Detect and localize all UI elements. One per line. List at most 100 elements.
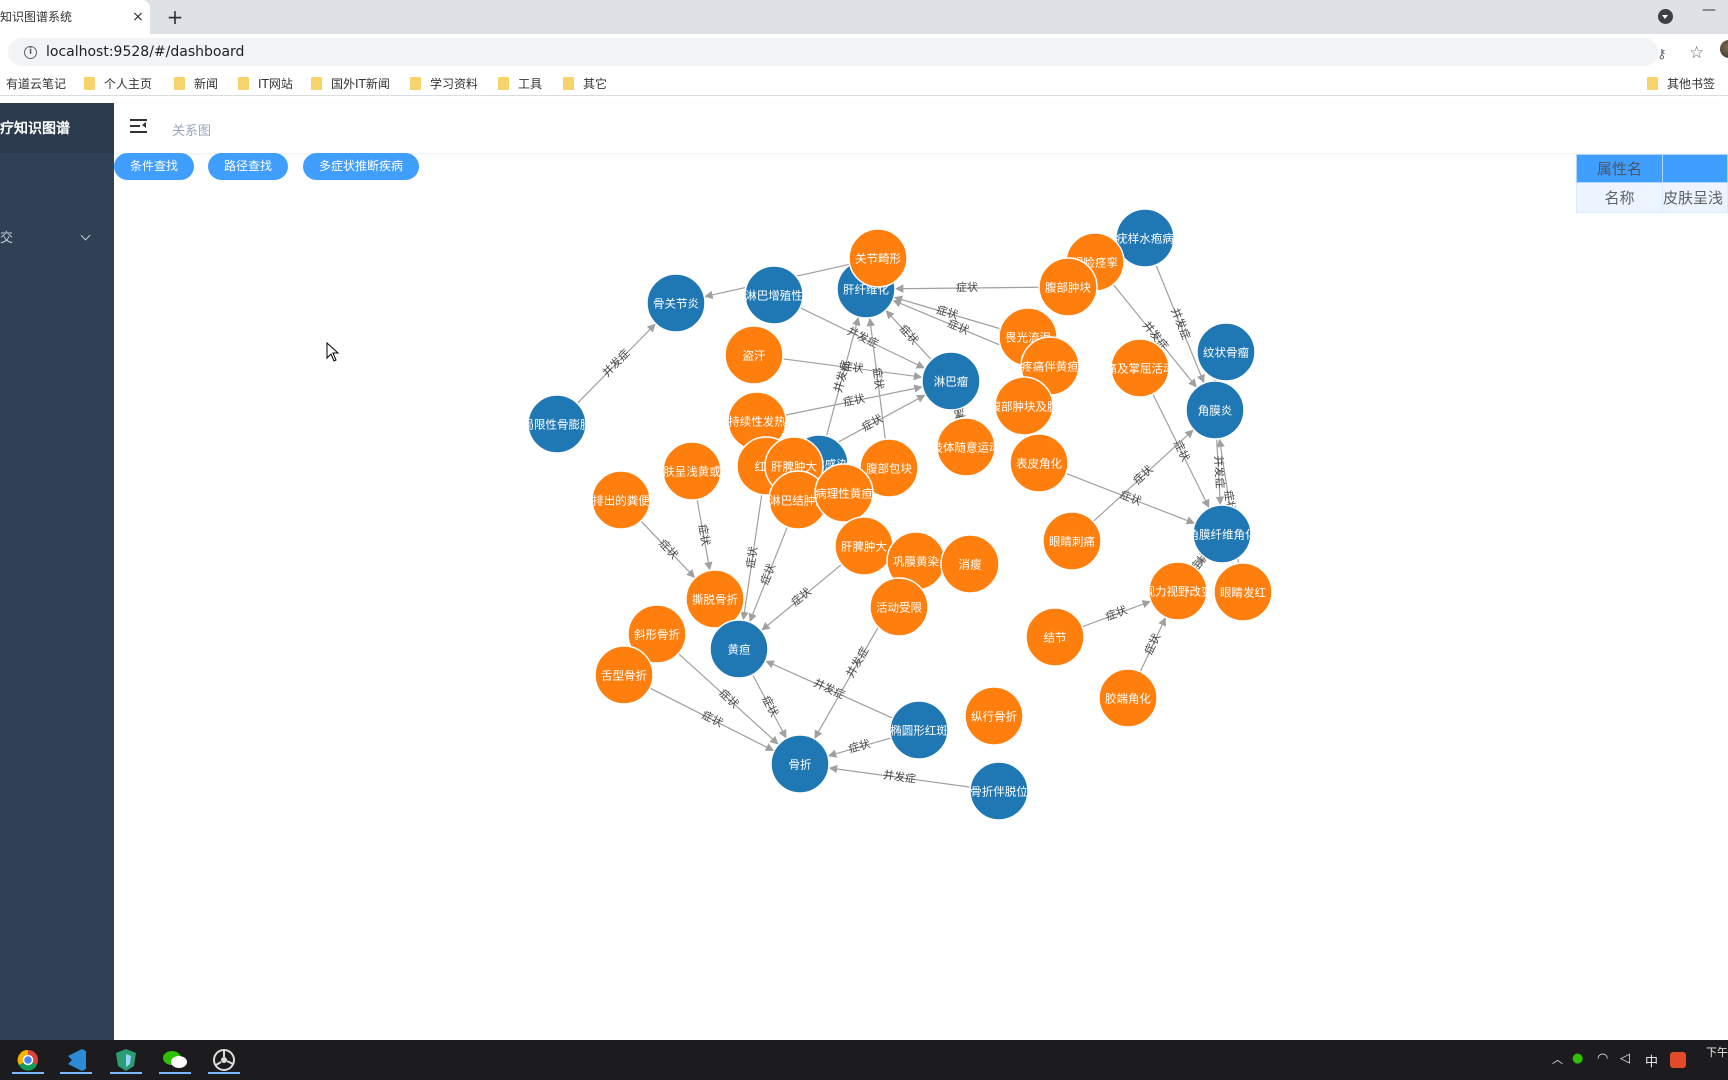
table-row: 名称 皮肤呈浅 — [1576, 182, 1728, 213]
breadcrumb[interactable]: 关系图 — [172, 120, 211, 139]
sogou-icon[interactable] — [1670, 1052, 1686, 1068]
edge-label: 症状 — [859, 411, 885, 434]
edge-label: 症状 — [1141, 631, 1163, 657]
tab-close-icon[interactable]: × — [128, 7, 148, 27]
node-label: 消瘦 — [959, 558, 982, 572]
bookmark-item[interactable]: 工具 — [498, 75, 542, 92]
graph-node-symptom[interactable]: 肝脾肿大 — [834, 516, 894, 576]
graph-node-symptom[interactable]: 盗汗 — [724, 325, 784, 385]
graph-node-disease[interactable]: 黄疸 — [709, 619, 769, 679]
bookmark-label: 新闻 — [194, 77, 219, 91]
clock[interactable]: 下午 — [1706, 1044, 1728, 1060]
node-label: 肢体随意运动 — [932, 441, 1001, 455]
graph-node-symptom[interactable]: 病理性黄疸 — [814, 463, 874, 523]
app-circle-icon[interactable] — [206, 1046, 242, 1074]
tab-search-icon[interactable] — [1658, 9, 1673, 24]
graph-node-symptom[interactable]: 表皮角化 — [1009, 433, 1069, 493]
relation-graph[interactable]: 并发症症状症状并发症症状症状并发症症状症状症状症状症状症状并发症并发症并发症症状… — [114, 153, 1576, 1040]
node-label: 腹部肿块及腹 — [990, 400, 1059, 414]
node-label: 角膜纤维角化 — [1188, 528, 1257, 542]
profile-avatar[interactable] — [1720, 40, 1728, 58]
graph-node-symptom[interactable]: 关节畸形 — [848, 228, 908, 288]
graph-node-symptom[interactable]: 皮肤呈浅黄或深 — [652, 441, 733, 501]
graph-node-symptom[interactable]: 活动受限 — [869, 577, 929, 637]
volume-icon[interactable]: ◁ — [1620, 1051, 1630, 1066]
graph-node-disease[interactable]: 骨折 — [770, 734, 830, 794]
node-label: 骨折伴脱位 — [970, 785, 1028, 799]
folder-icon — [238, 77, 249, 90]
address-bar: i localhost:9528/#/dashboard ⚷ ☆ — [0, 34, 1728, 70]
graph-node-disease[interactable]: 淋巴瘤 — [921, 351, 981, 411]
graph-node-symptom[interactable]: 肢体随意运动 — [932, 417, 1001, 477]
property-name-header: 属性名 — [1576, 154, 1663, 183]
minimize-button[interactable]: — — [1702, 2, 1716, 18]
sidebar-menu-item[interactable]: 交 — [0, 227, 114, 247]
edge-label: 并发症 — [843, 644, 872, 680]
url-text[interactable]: localhost:9528/#/dashboard — [46, 44, 244, 60]
bookmark-label: 有道云笔记 — [6, 77, 67, 91]
bookmark-item[interactable]: 学习资料 — [410, 75, 478, 92]
graph-node-symptom[interactable]: 消瘦 — [940, 534, 1000, 594]
bookmark-label: 国外IT新闻 — [331, 77, 390, 91]
bookmark-item[interactable]: 个人主页 — [84, 75, 152, 92]
graph-node-disease[interactable]: 椭圆形红斑 — [889, 700, 949, 760]
vscode-icon[interactable] — [58, 1046, 94, 1074]
other-bookmarks[interactable]: 其他书签 — [1647, 75, 1715, 92]
graph-node-symptom[interactable]: 胶端角化 — [1098, 668, 1158, 728]
chrome-icon[interactable] — [10, 1046, 46, 1074]
graph-node-symptom[interactable]: 撕脱骨折 — [685, 569, 745, 629]
app-shield-icon[interactable] — [108, 1046, 144, 1074]
bookmark-item[interactable]: 其它 — [563, 75, 607, 92]
graph-node-symptom[interactable]: 眼睛刺痛 — [1042, 511, 1102, 571]
ime-indicator[interactable]: 中 — [1645, 1051, 1658, 1070]
graph-node-disease[interactable]: 角膜炎 — [1185, 380, 1245, 440]
omnibox[interactable]: i localhost:9528/#/dashboard ⚷ ☆ — [8, 38, 1704, 66]
node-label: 局限性骨膨胀 — [523, 418, 592, 432]
graph-node-disease[interactable]: 骨关节炎 — [646, 273, 706, 333]
bookmark-star-icon[interactable]: ☆ — [1689, 43, 1704, 63]
folder-icon — [563, 77, 574, 90]
site-info-icon[interactable]: i — [24, 46, 37, 59]
folder-icon — [311, 77, 322, 90]
node-label: 排出的粪便 — [592, 494, 650, 508]
wechat-icon[interactable] — [157, 1046, 193, 1074]
graph-node-disease[interactable]: 疣样水疱病 — [1115, 208, 1175, 268]
graph-node-disease[interactable]: 局限性骨膨胀 — [523, 394, 592, 454]
new-tab-button[interactable]: + — [163, 5, 187, 29]
graph-node-symptom[interactable]: 视力视野改变 — [1144, 561, 1213, 621]
browser-tab[interactable]: 知识图谱系统 × — [0, 0, 150, 34]
tray-chevron-icon[interactable]: ︿ — [1552, 1051, 1563, 1067]
graph-node-disease[interactable]: 纹状骨瘤 — [1196, 322, 1256, 382]
property-value-cell: 皮肤呈浅 — [1662, 182, 1728, 213]
graph-node-symptom[interactable]: 结节 — [1025, 607, 1085, 667]
edge-label: 症状 — [1118, 487, 1144, 508]
edge-label: 症状 — [842, 391, 866, 409]
graph-node-symptom[interactable]: 舌型骨折 — [594, 645, 654, 705]
node-label: 皮肤呈浅黄或深 — [652, 465, 733, 479]
node-label: 巩膜黄染 — [893, 555, 939, 569]
graph-node-symptom[interactable]: 排出的粪便 — [591, 470, 651, 530]
app-sidebar: 诊疗知识图谱 交 — [0, 103, 114, 1040]
password-key-icon[interactable]: ⚷ — [1657, 47, 1667, 62]
tray-wechat-icon[interactable]: ● — [1572, 1051, 1583, 1066]
bookmark-item[interactable]: 有道云笔记 — [6, 75, 66, 92]
hamburger-icon[interactable] — [130, 119, 147, 133]
graph-node-symptom[interactable]: 纵行骨折 — [964, 686, 1024, 746]
node-label: 胶端角化 — [1105, 692, 1151, 706]
bookmark-label: 其它 — [583, 77, 608, 91]
bookmark-label: 个人主页 — [104, 77, 153, 91]
bookmark-item[interactable]: IT网站 — [238, 75, 293, 92]
folder-icon — [410, 77, 421, 90]
graph-node-symptom[interactable]: 腹部肿块 — [1038, 257, 1098, 317]
browser-tab-strip: 知识图谱系统 × + — — [0, 0, 1728, 34]
property-name-cell: 名称 — [1576, 182, 1663, 213]
bookmark-item[interactable]: 国外IT新闻 — [311, 75, 390, 92]
wifi-icon[interactable]: ◠ — [1597, 1051, 1608, 1066]
graph-node-disease[interactable]: 淋巴增殖性 — [744, 265, 804, 325]
graph-node-symptom[interactable]: 眼睛发红 — [1213, 562, 1273, 622]
bookmark-item[interactable]: 新闻 — [174, 75, 218, 92]
node-label: 骨折 — [789, 758, 812, 772]
edge-label: 症状 — [757, 561, 778, 587]
graph-node-disease[interactable]: 骨折伴脱位 — [969, 761, 1029, 821]
node-label: 痛及掌屈活动 — [1106, 362, 1175, 376]
